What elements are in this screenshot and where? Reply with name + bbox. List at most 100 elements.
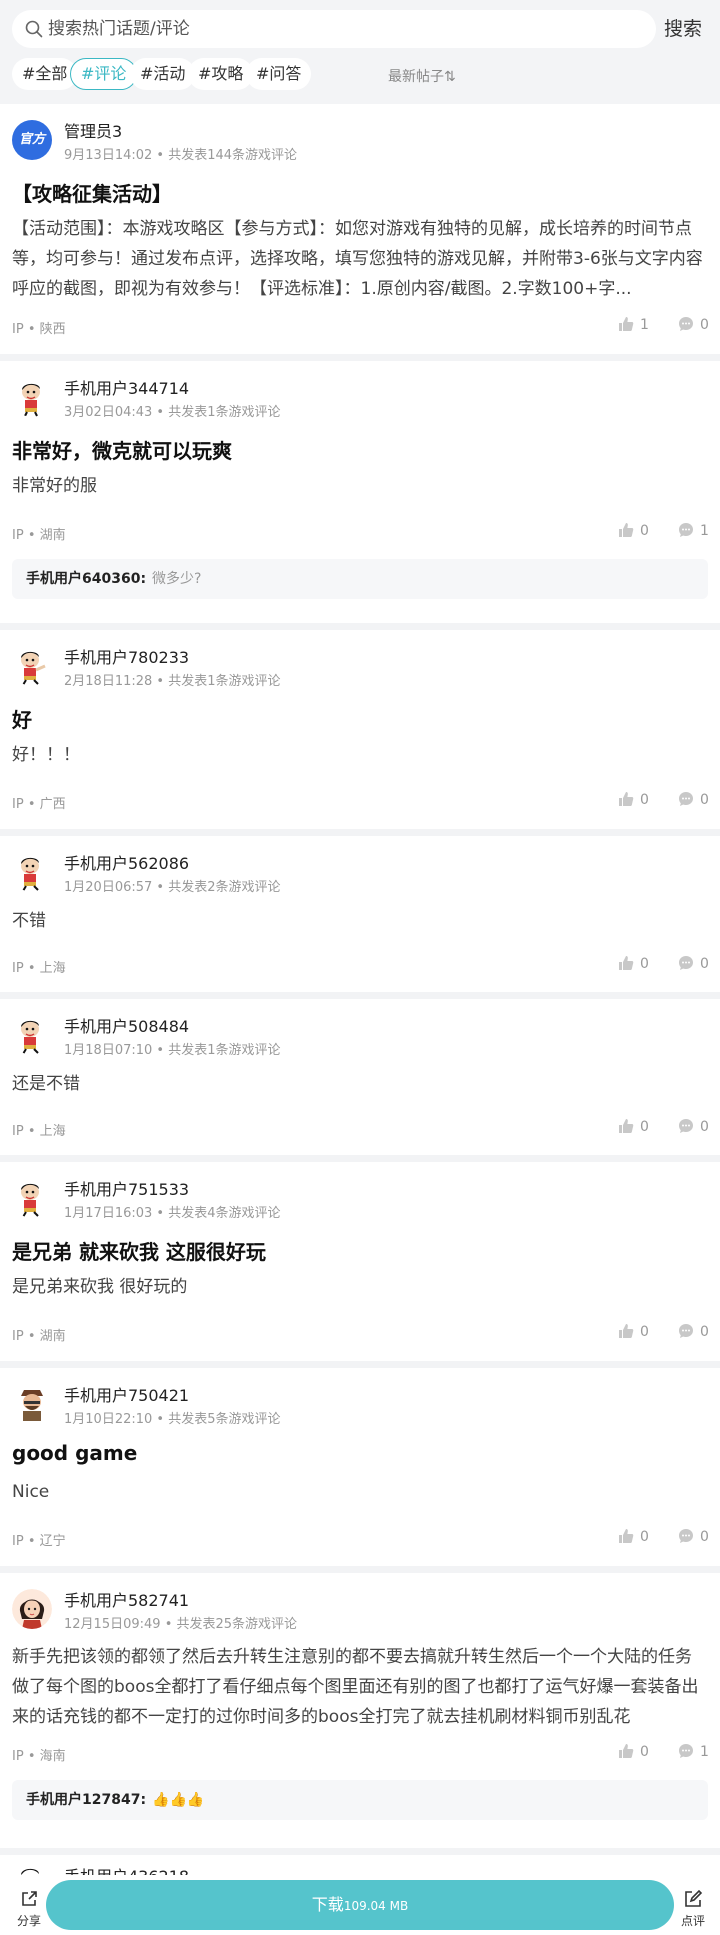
post-separator <box>0 354 720 361</box>
cartoon-avatar-icon <box>12 1178 52 1218</box>
comment-button[interactable]: 0 <box>678 955 709 972</box>
ip-location: IP • 陕西 <box>12 322 66 337</box>
username[interactable]: 手机用户582741 <box>64 1587 189 1611</box>
post-card[interactable]: 手机用户750421 1月10日22:10 • 共发表5条游戏评论 good g… <box>0 1368 720 1566</box>
cartoon-avatar-icon <box>12 852 52 892</box>
user-avatar[interactable] <box>12 1015 52 1055</box>
post-card[interactable]: 手机用户751533 1月17日16:03 • 共发表4条游戏评论 是兄弟 就来… <box>0 1162 720 1361</box>
post-card[interactable]: 手机用户562086 1月20日06:57 • 共发表2条游戏评论 不错 IP … <box>0 836 720 992</box>
like-count: 0 <box>640 1324 649 1340</box>
post-meta: 1月10日22:10 • 共发表5条游戏评论 <box>64 1412 281 1427</box>
thumbs-up-icon <box>619 317 634 331</box>
tag-all[interactable]: #全部 <box>12 58 78 90</box>
post-count: 共发表25条游戏评论 <box>176 1617 298 1632</box>
post-separator <box>0 1848 720 1855</box>
post-title: 是兄弟 就来砍我 这服很好玩 <box>12 1240 266 1264</box>
search-box[interactable] <box>12 10 656 48</box>
comment-count: 0 <box>700 956 709 972</box>
post-time: 3月02日04:43 <box>64 405 153 420</box>
comment-count: 1 <box>700 1744 709 1760</box>
comment-button[interactable]: 0 <box>678 791 709 808</box>
sort-latest-posts[interactable]: 最新帖子⇅ <box>388 66 456 86</box>
like-button[interactable]: 0 <box>618 955 649 972</box>
top-search-area: 搜索 #全部 #评论 #活动 #攻略 #问答 最新帖子⇅ <box>0 0 720 104</box>
post-separator <box>0 1566 720 1573</box>
post-separator <box>0 1361 720 1368</box>
post-meta: 2月18日11:28 • 共发表1条游戏评论 <box>64 674 281 689</box>
user-avatar[interactable] <box>12 1589 52 1629</box>
official-avatar[interactable]: 官方 <box>12 120 52 160</box>
thumbs-up-icon <box>619 523 634 537</box>
comment-button[interactable]: 0 <box>678 1528 709 1545</box>
user-avatar[interactable] <box>12 1384 52 1424</box>
like-button[interactable]: 0 <box>618 1323 649 1340</box>
thumbs-up-icon <box>619 1744 634 1758</box>
username[interactable]: 手机用户344714 <box>64 375 189 399</box>
tag-qa[interactable]: #问答 <box>246 58 312 90</box>
username[interactable]: 手机用户508484 <box>64 1013 189 1037</box>
bottom-action-bar: 分享 下载109.04 MB 点评 <box>0 1875 720 1935</box>
post-card[interactable]: 官方 管理员3 9月13日14:02 • 共发表144条游戏评论 【攻略征集活动… <box>0 104 720 354</box>
tag-reviews[interactable]: #评论 <box>70 58 138 90</box>
post-time: 9月13日14:02 <box>64 148 153 163</box>
post-count: 共发表5条游戏评论 <box>168 1412 281 1427</box>
post-card[interactable]: 手机用户582741 12月15日09:49 • 共发表25条游戏评论 新手先把… <box>0 1573 720 1848</box>
post-card[interactable]: 手机用户344714 3月02日04:43 • 共发表1条游戏评论 非常好，微克… <box>0 361 720 623</box>
like-button[interactable]: 0 <box>618 1743 649 1760</box>
comment-button[interactable]: 0 <box>678 316 709 333</box>
ip-region: 湖南 <box>39 528 66 543</box>
post-separator <box>0 623 720 630</box>
reply-preview[interactable]: 手机用户640360: 微多少? <box>12 559 708 599</box>
comment-button[interactable]: 0 <box>678 1323 709 1340</box>
username[interactable]: 手机用户562086 <box>64 850 189 874</box>
comment-bubble-icon <box>679 523 693 537</box>
comment-button[interactable]: 0 <box>678 1118 709 1135</box>
user-avatar[interactable] <box>12 1863 52 1875</box>
post-body: 不错 <box>12 911 46 931</box>
post-time: 1月17日16:03 <box>64 1206 153 1221</box>
post-card[interactable]: 手机用户436218 <box>0 1855 720 1875</box>
like-button[interactable]: 0 <box>618 522 649 539</box>
comment-button[interactable]: 1 <box>678 1743 709 1760</box>
username[interactable]: 管理员3 <box>64 118 122 142</box>
like-button[interactable]: 1 <box>618 316 649 333</box>
tag-activities[interactable]: #活动 <box>130 58 196 90</box>
like-button[interactable]: 0 <box>618 791 649 808</box>
user-avatar[interactable] <box>12 646 52 686</box>
comment-bubble-icon <box>679 1529 693 1543</box>
ip-location: IP • 辽宁 <box>12 1534 66 1549</box>
reply-preview[interactable]: 手机用户127847: 👍👍👍 <box>12 1780 708 1820</box>
username[interactable]: 手机用户436218 <box>64 1863 189 1875</box>
like-count: 1 <box>640 317 649 333</box>
review-button[interactable]: 点评 <box>678 1889 708 1929</box>
ip-location: IP • 湖南 <box>12 1329 66 1344</box>
post-body: 是兄弟来砍我 很好玩的 <box>12 1277 188 1297</box>
post-meta: 9月13日14:02 • 共发表144条游戏评论 <box>64 148 298 163</box>
download-button[interactable]: 下载109.04 MB <box>46 1880 674 1930</box>
user-avatar[interactable] <box>12 1178 52 1218</box>
post-title: 【攻略征集活动】 <box>12 182 172 206</box>
post-card[interactable]: 手机用户508484 1月18日07:10 • 共发表1条游戏评论 还是不错 I… <box>0 999 720 1155</box>
search-button[interactable]: 搜索 <box>664 14 702 41</box>
ip-region: 辽宁 <box>39 1534 66 1549</box>
tag-guides[interactable]: #攻略 <box>188 58 254 90</box>
comment-bubble-icon <box>679 1744 693 1758</box>
comment-button[interactable]: 1 <box>678 522 709 539</box>
review-label: 点评 <box>680 1914 705 1928</box>
user-avatar[interactable] <box>12 852 52 892</box>
ip-region: 湖南 <box>39 1329 66 1344</box>
comment-bubble-icon <box>679 956 693 970</box>
post-card[interactable]: 手机用户780233 2月18日11:28 • 共发表1条游戏评论 好 好！！！… <box>0 630 720 829</box>
like-button[interactable]: 0 <box>618 1118 649 1135</box>
search-icon <box>25 20 43 38</box>
username[interactable]: 手机用户780233 <box>64 644 189 668</box>
share-button[interactable]: 分享 <box>14 1889 44 1929</box>
like-button[interactable]: 0 <box>618 1528 649 1545</box>
post-title: 非常好，微克就可以玩爽 <box>12 439 232 463</box>
search-input[interactable] <box>48 10 638 48</box>
username[interactable]: 手机用户750421 <box>64 1382 189 1406</box>
user-avatar[interactable] <box>12 377 52 417</box>
post-count: 共发表1条游戏评论 <box>168 674 281 689</box>
share-label: 分享 <box>16 1914 41 1928</box>
username[interactable]: 手机用户751533 <box>64 1176 189 1200</box>
